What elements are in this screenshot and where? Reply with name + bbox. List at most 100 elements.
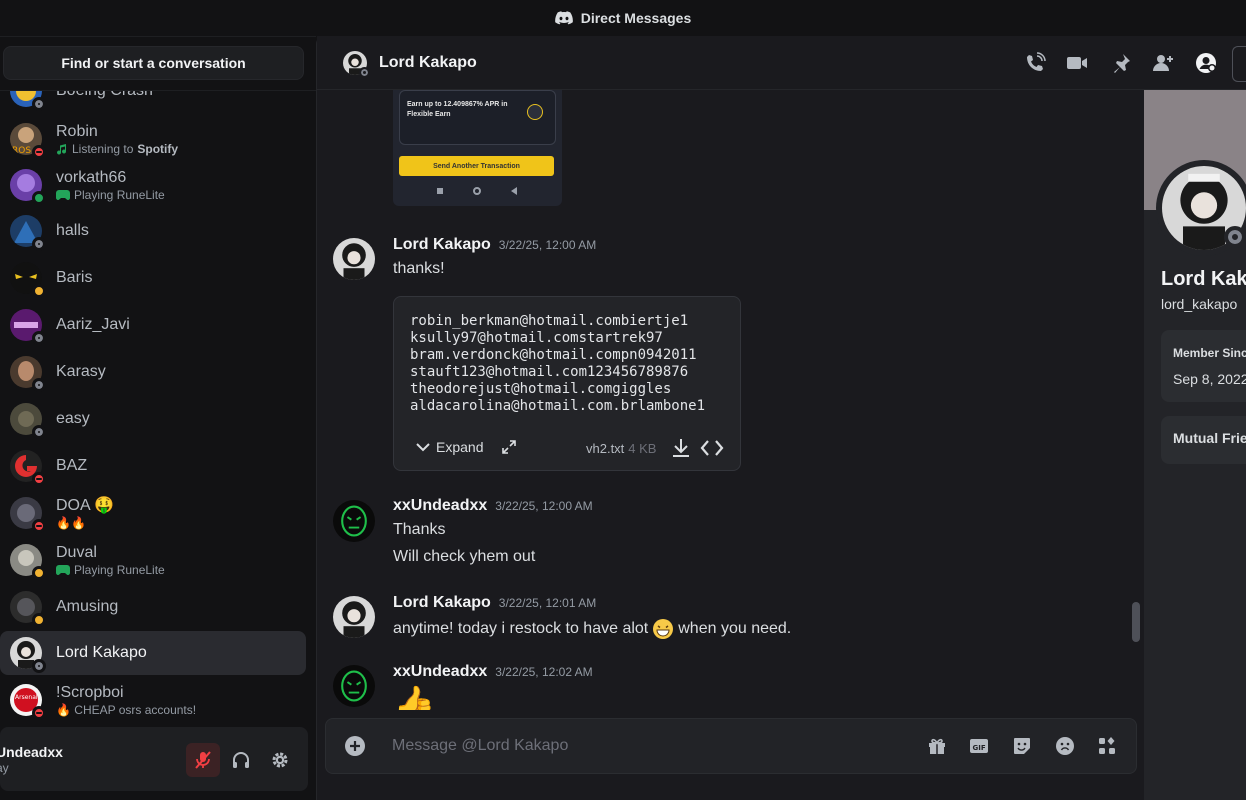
dm-item-vorkath66[interactable]: vorkath66 Playing RuneLite <box>0 163 306 207</box>
dm-name: Amusing <box>56 598 119 615</box>
message-header: xxUndeadxx 3/22/25, 12:00 AM <box>393 497 593 515</box>
find-conversation-button[interactable]: Find or start a conversation <box>3 46 304 80</box>
dm-item-halls[interactable]: halls <box>0 209 306 253</box>
message-avatar[interactable] <box>333 596 375 638</box>
message-author[interactable]: xxUndeadxx <box>393 663 487 680</box>
gift-icon <box>929 738 945 754</box>
avatar <box>10 403 46 439</box>
dm-item-robin[interactable]: ROS Robin Listening to Spotify <box>0 117 306 161</box>
status-offline-icon <box>32 378 46 392</box>
phone-call-icon <box>1027 52 1046 71</box>
recipient-name: Lord Kakapo <box>379 53 477 71</box>
deafen-button[interactable] <box>224 743 258 777</box>
upload-button[interactable] <box>344 735 366 757</box>
avatar <box>10 91 46 111</box>
emoji-face-icon <box>1056 737 1074 755</box>
voice-call-button[interactable] <box>1023 51 1047 75</box>
dm-name: !Scropboi <box>56 683 124 701</box>
mutual-friends-card[interactable]: Mutual Frie <box>1161 416 1246 464</box>
sticker-button[interactable] <box>1011 735 1033 757</box>
message-avatar[interactable] <box>333 238 375 280</box>
chevron-down-icon <box>416 443 430 452</box>
dm-item-boeing-crash[interactable]: Boeing Crash <box>0 91 306 113</box>
avatar <box>10 215 46 251</box>
download-icon <box>673 439 689 457</box>
message-emoji: 👍 <box>393 685 436 710</box>
user-profile-toggle-button[interactable] <box>1194 51 1218 75</box>
dm-item-easy[interactable]: easy <box>0 397 306 441</box>
dm-name: Robin <box>56 122 98 140</box>
message-author[interactable]: Lord Kakapo <box>393 236 491 253</box>
status-offline-icon <box>1224 226 1246 248</box>
grin-emoji-icon <box>653 619 674 639</box>
view-source-button[interactable] <box>700 437 724 464</box>
svg-text:GIF: GIF <box>973 744 986 752</box>
status-online-icon <box>32 191 46 205</box>
download-button[interactable] <box>670 437 692 464</box>
dm-sidebar: Find or start a conversation Boeing Cras… <box>0 36 316 800</box>
expand-button[interactable]: Expand <box>416 439 517 455</box>
dm-item-lord-kakapo[interactable]: Lord Kakapo <box>0 631 306 675</box>
window-title: Direct Messages <box>580 10 692 26</box>
message-avatar[interactable] <box>333 665 375 707</box>
apps-button[interactable] <box>1096 735 1118 757</box>
text-file-attachment: robin_berkman@hotmail.combiertje1 ksully… <box>393 296 741 471</box>
message-list: Earn up to 12.409867% APR in Flexible Ea… <box>317 90 1145 710</box>
code-brackets-icon <box>700 440 724 456</box>
message-author[interactable]: xxUndeadxx <box>393 497 487 514</box>
user-profile-panel: Lord Kak lord_kakapo Member Sinc Sep 8, … <box>1144 90 1246 800</box>
video-call-button[interactable] <box>1065 51 1089 75</box>
member-since-card: Member Sinc Sep 8, 2022 <box>1161 330 1246 402</box>
image-promo-text: Earn up to 12.409867% APR in Flexible Ea… <box>407 101 508 118</box>
unmute-button[interactable] <box>186 743 220 777</box>
avatar <box>10 497 46 533</box>
avatar <box>10 544 46 580</box>
status-offline-icon <box>359 66 370 78</box>
message-scrollbar[interactable] <box>1132 602 1140 642</box>
emoji-button[interactable] <box>1054 735 1076 757</box>
dm-item-karasy[interactable]: Karasy <box>0 350 306 394</box>
current-username: Undeadxx <box>0 744 63 760</box>
recipient-avatar <box>343 50 370 78</box>
discord-logo-icon <box>554 11 573 25</box>
status-dnd-icon <box>32 706 46 720</box>
gif-button[interactable]: GIF <box>968 735 990 757</box>
dm-item-amusing[interactable]: Amusing <box>0 585 306 629</box>
member-since-date: Sep 8, 2022 <box>1173 371 1246 387</box>
dm-activity: Playing RuneLite <box>56 188 165 203</box>
dm-name: Karasy <box>56 363 106 380</box>
user-settings-button[interactable] <box>263 743 297 777</box>
message-avatar[interactable] <box>333 500 375 542</box>
dm-item-doa[interactable]: DOA 🤑 🔥🔥 <box>0 491 306 535</box>
add-friends-to-dm-button[interactable] <box>1151 51 1175 75</box>
dm-name: DOA 🤑 <box>56 496 115 514</box>
message-author[interactable]: Lord Kakapo <box>393 594 491 611</box>
gear-icon <box>272 752 288 768</box>
dm-name: Boeing Crash <box>56 91 153 101</box>
message-timestamp: 3/22/25, 12:02 AM <box>495 665 593 679</box>
message-composer: GIF <box>325 718 1137 774</box>
dm-item-scropboi[interactable]: Arsenal !Scropboi 🔥 CHEAP osrs accounts! <box>0 678 306 722</box>
dm-item-baris[interactable]: Baris <box>0 256 306 300</box>
avatar <box>10 450 46 486</box>
gift-button[interactable] <box>926 735 948 757</box>
file-name: vh2.txt 4 KB <box>586 441 657 456</box>
user-panel: Undeadxx ay <box>0 727 308 791</box>
pin-icon <box>1114 54 1130 73</box>
pinned-messages-button[interactable] <box>1109 51 1133 75</box>
message-text: anytime! today i restock to have alot wh… <box>393 618 791 640</box>
image-attachment[interactable]: Earn up to 12.409867% APR in Flexible Ea… <box>393 90 562 206</box>
dm-name: halls <box>56 222 89 239</box>
message-header: Lord Kakapo 3/22/25, 12:00 AM <box>393 236 596 254</box>
avatar: Arsenal <box>10 684 46 720</box>
status-dnd-icon <box>32 519 46 533</box>
add-user-icon <box>1153 55 1173 71</box>
dm-item-aariz-javi[interactable]: Aariz_Javi <box>0 303 306 347</box>
sticker-icon <box>1014 738 1030 754</box>
search-box-edge[interactable] <box>1232 46 1246 82</box>
dm-name: easy <box>56 410 90 427</box>
dm-item-duval[interactable]: Duval Playing RuneLite <box>0 538 306 582</box>
user-profile-icon <box>1196 53 1216 73</box>
message-input[interactable] <box>392 733 892 759</box>
dm-item-baz[interactable]: BAZ <box>0 444 306 488</box>
